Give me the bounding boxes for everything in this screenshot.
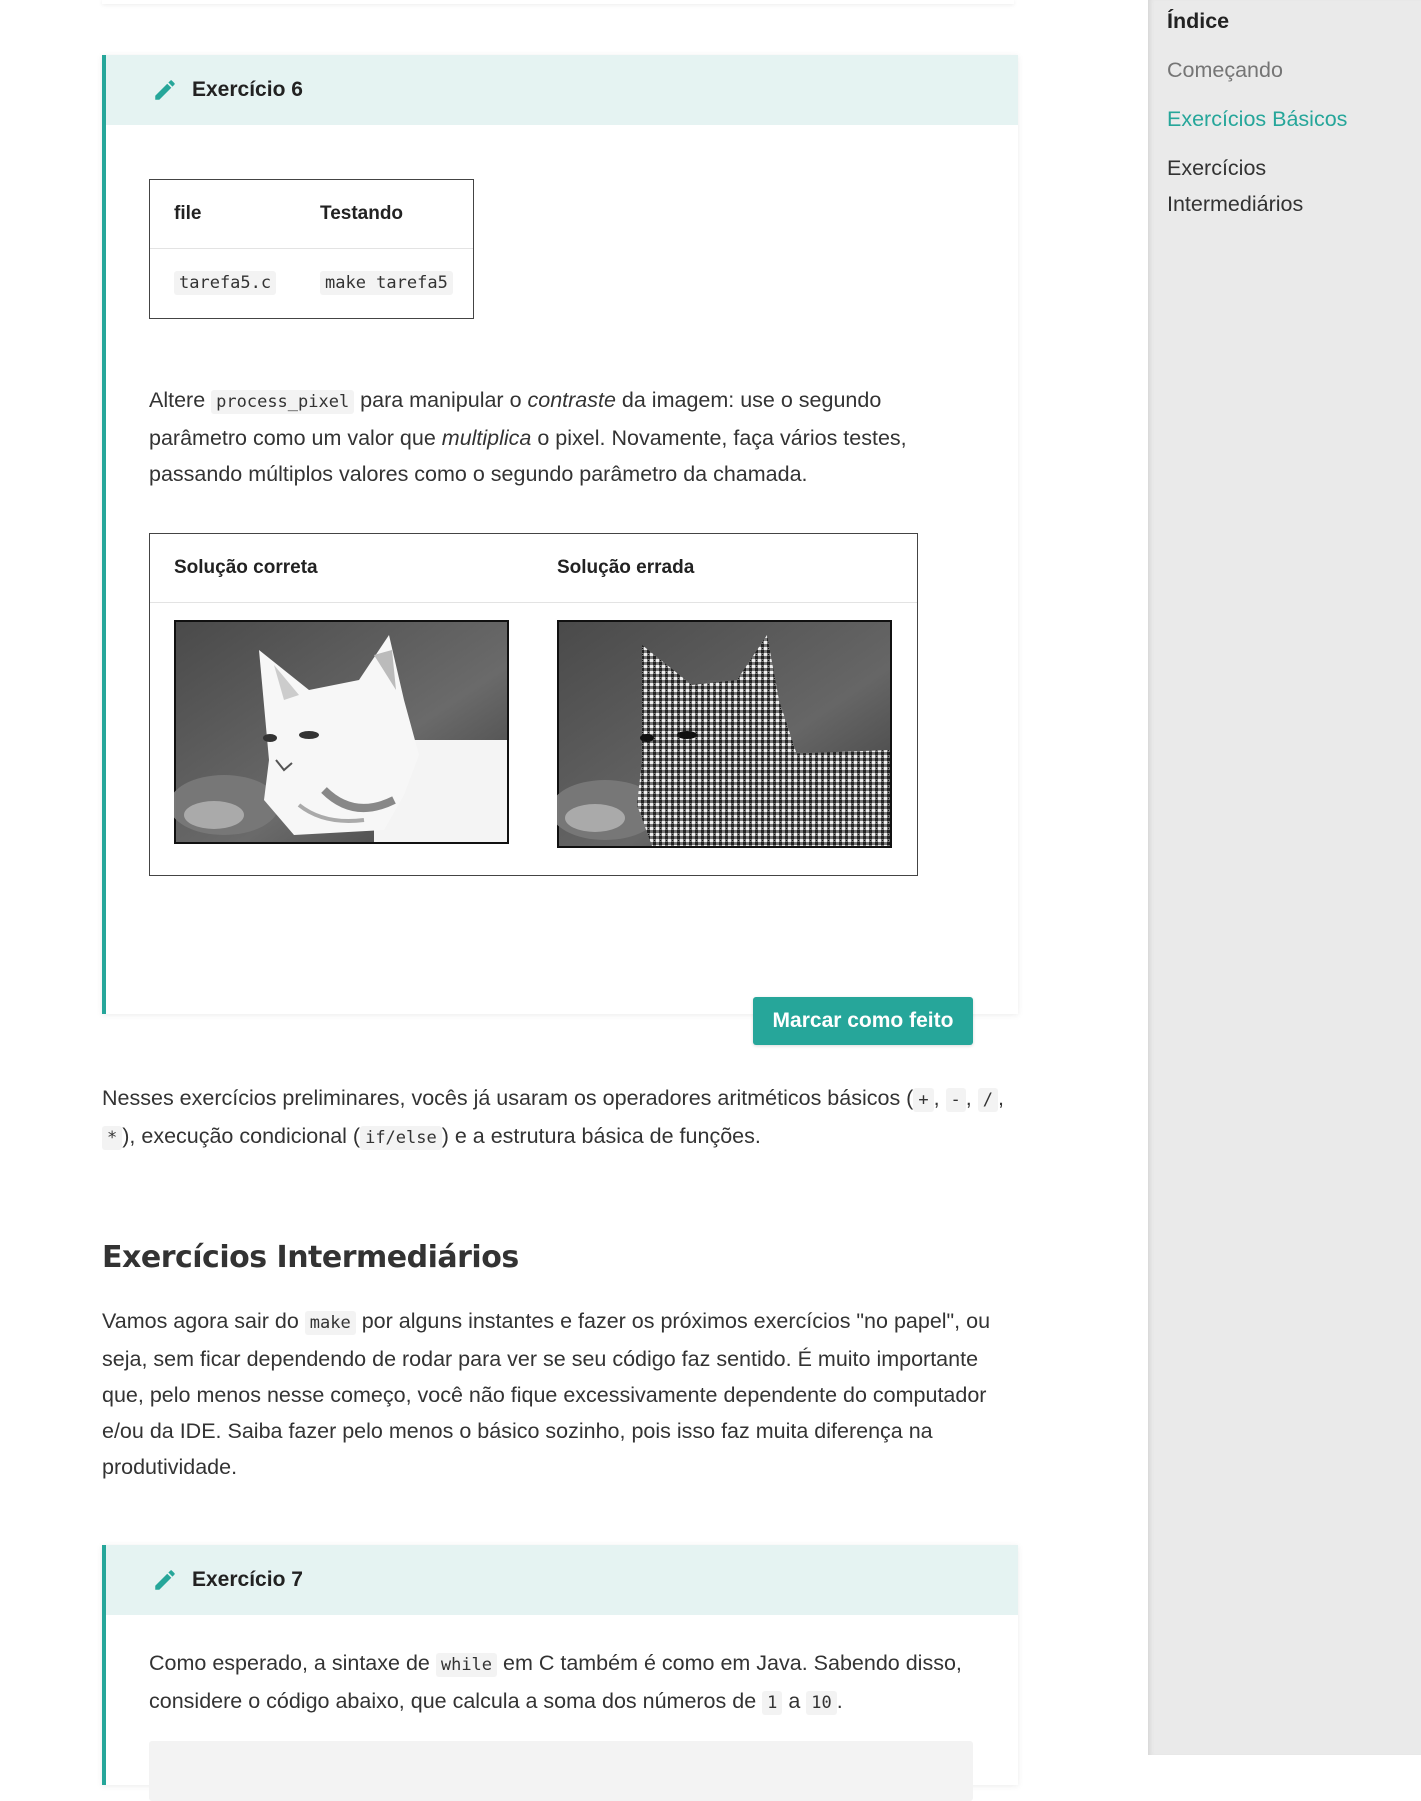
solutions-table-header: Solução correta Solução errada — [150, 534, 917, 603]
text: Como esperado, a sintaxe de — [149, 1651, 436, 1675]
text: para manipular o — [354, 388, 528, 412]
exercise-6-card: Exercício 6 file Testando tarefa5.c make… — [102, 55, 1018, 1045]
operator-minus-code: - — [945, 1088, 966, 1112]
files-table-header: file Testando — [150, 180, 473, 249]
filename-code: tarefa5.c — [174, 271, 277, 295]
summary-paragraph: Nesses exercícios preliminares, vocês já… — [102, 1080, 1014, 1156]
emphasis-multiplica: multiplica — [441, 426, 532, 450]
operator-divide-code: / — [977, 1088, 998, 1112]
wrong-solution-image — [557, 620, 892, 848]
toc-item-exercicios-basicos[interactable]: Exercícios Básicos — [1167, 101, 1347, 137]
toc-title: Índice — [1167, 9, 1230, 33]
text: , — [933, 1086, 946, 1110]
files-table-header-testando: Testando — [320, 203, 404, 224]
operator-multiply-code: * — [102, 1126, 123, 1150]
text: Nesses exercícios preliminares, vocês já… — [102, 1086, 914, 1110]
emphasis-contraste: contraste — [527, 388, 616, 412]
text: . — [836, 1689, 843, 1713]
intermediate-paragraph: Vamos agora sair do make por alguns inst… — [102, 1303, 1014, 1485]
make-code: make — [304, 1311, 356, 1335]
while-code: while — [435, 1653, 498, 1677]
text: , — [965, 1086, 978, 1110]
pencil-icon — [152, 1567, 178, 1593]
exercise-6-description: Altere process_pixel para manipular o co… — [149, 382, 939, 492]
text: , — [998, 1086, 1004, 1110]
test-command-code: make tarefa5 — [320, 271, 453, 295]
exercise-7-title: Exercício 7 — [192, 1568, 303, 1591]
files-table-header-file: file — [174, 203, 202, 224]
files-table-row: tarefa5.c make tarefa5 — [150, 249, 473, 317]
files-table-cell: make tarefa5 — [320, 271, 453, 295]
text: ) e a estrutura básica de funções. — [441, 1124, 761, 1148]
mark-done-button[interactable]: Marcar como feito — [753, 997, 973, 1045]
text: Vamos agora sair do — [102, 1309, 305, 1333]
solutions-header-correct: Solução correta — [174, 557, 318, 578]
code-block — [149, 1741, 973, 1801]
files-table-cell: tarefa5.c — [174, 271, 320, 295]
correct-solution-image — [174, 620, 509, 844]
solutions-header-wrong: Solução errada — [557, 557, 695, 578]
toc-item-comecando[interactable]: Começando — [1167, 52, 1283, 88]
number-one-code: 1 — [762, 1691, 783, 1715]
pencil-icon — [152, 77, 178, 103]
files-table: file Testando tarefa5.c make tarefa5 — [149, 179, 474, 319]
exercise-7-description: Como esperado, a sintaxe de while em C t… — [149, 1645, 979, 1721]
solutions-table: Solução correta Solução errada — [149, 533, 918, 876]
operator-plus-code: + — [913, 1088, 934, 1112]
number-ten-code: 10 — [806, 1691, 837, 1715]
exercise-7-header: Exercício 7 — [106, 1545, 1018, 1615]
if-else-code: if/else — [360, 1126, 442, 1150]
text: ), execução condicional ( — [122, 1124, 361, 1148]
toc-item-exercicios-intermediarios[interactable]: Exercícios Intermediários — [1167, 150, 1347, 222]
table-of-contents-sidebar: Índice Começando Exercícios Básicos Exer… — [1148, 0, 1421, 1755]
text: por alguns instantes e fazer os próximos… — [102, 1309, 991, 1479]
section-heading-intermediate: Exercícios Intermediários — [102, 1240, 519, 1275]
process-pixel-code: process_pixel — [211, 390, 355, 414]
previous-card-edge — [102, 0, 1014, 4]
exercise-6-title: Exercício 6 — [192, 78, 303, 101]
text: Altere — [149, 388, 212, 412]
exercise-7-card: Exercício 7 Como esperado, a sintaxe de … — [102, 1545, 1018, 1801]
text: a — [782, 1689, 807, 1713]
exercise-6-header: Exercício 6 — [106, 55, 1018, 125]
